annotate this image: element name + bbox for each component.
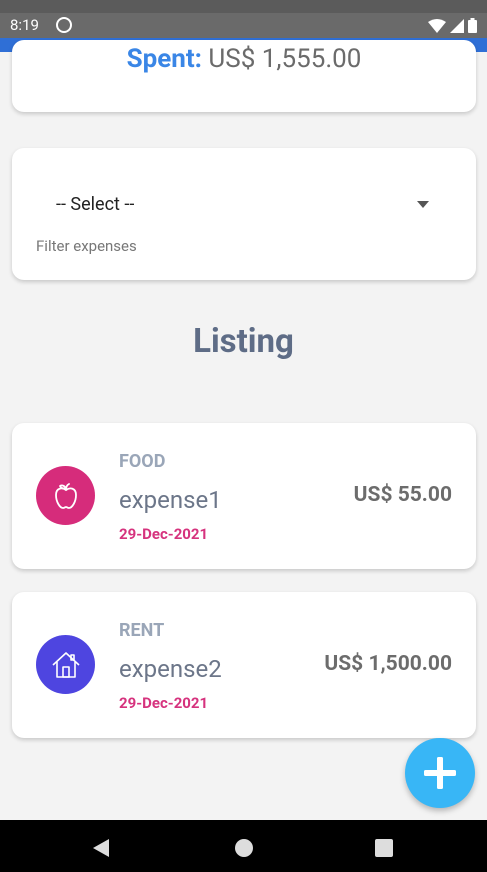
expense-name: expense2: [119, 655, 222, 683]
do-not-disturb-icon: [56, 17, 72, 33]
plus-icon: [424, 757, 456, 789]
expense-amount: US$ 1,500.00: [324, 652, 452, 676]
filter-card: -- Select -- Filter expenses: [12, 148, 476, 280]
apple-icon: [36, 466, 95, 525]
expense-date: 29-Dec-2021: [119, 525, 209, 543]
expense-category: FOOD: [119, 451, 166, 472]
expense-name: expense1: [119, 486, 222, 514]
expense-card[interactable]: FOOD expense1 29-Dec-2021 US$ 55.00: [12, 423, 476, 569]
category-select[interactable]: -- Select --: [12, 178, 476, 228]
expense-card[interactable]: RENT expense2 29-Dec-2021 US$ 1,500.00: [12, 592, 476, 738]
battery-icon: [468, 18, 477, 33]
status-time: 8:19: [10, 16, 39, 34]
house-icon: [36, 635, 95, 694]
system-nav-bar: [0, 820, 487, 872]
spent-summary-card: Spent: US$ 1,555.00: [12, 40, 476, 112]
add-expense-button[interactable]: [405, 738, 475, 808]
expense-date: 29-Dec-2021: [119, 694, 209, 712]
filter-label: Filter expenses: [36, 237, 137, 255]
top-strip: [0, 0, 487, 13]
back-icon[interactable]: [93, 839, 109, 857]
expense-category: RENT: [119, 620, 165, 641]
status-bar: 8:19: [0, 13, 487, 38]
spent-label: Spent:: [126, 44, 202, 74]
listing-heading: Listing: [193, 322, 294, 361]
select-value: -- Select --: [56, 194, 135, 215]
expense-amount: US$ 55.00: [353, 483, 452, 507]
spent-value: US$ 1,555.00: [208, 44, 362, 74]
status-icons: [428, 18, 477, 33]
signal-icon: [450, 18, 464, 33]
wifi-icon: [428, 18, 446, 33]
recent-apps-icon[interactable]: [375, 839, 393, 857]
chevron-down-icon: [417, 201, 429, 208]
spent-total: Spent: US$ 1,555.00: [12, 44, 476, 74]
home-icon[interactable]: [235, 839, 253, 857]
